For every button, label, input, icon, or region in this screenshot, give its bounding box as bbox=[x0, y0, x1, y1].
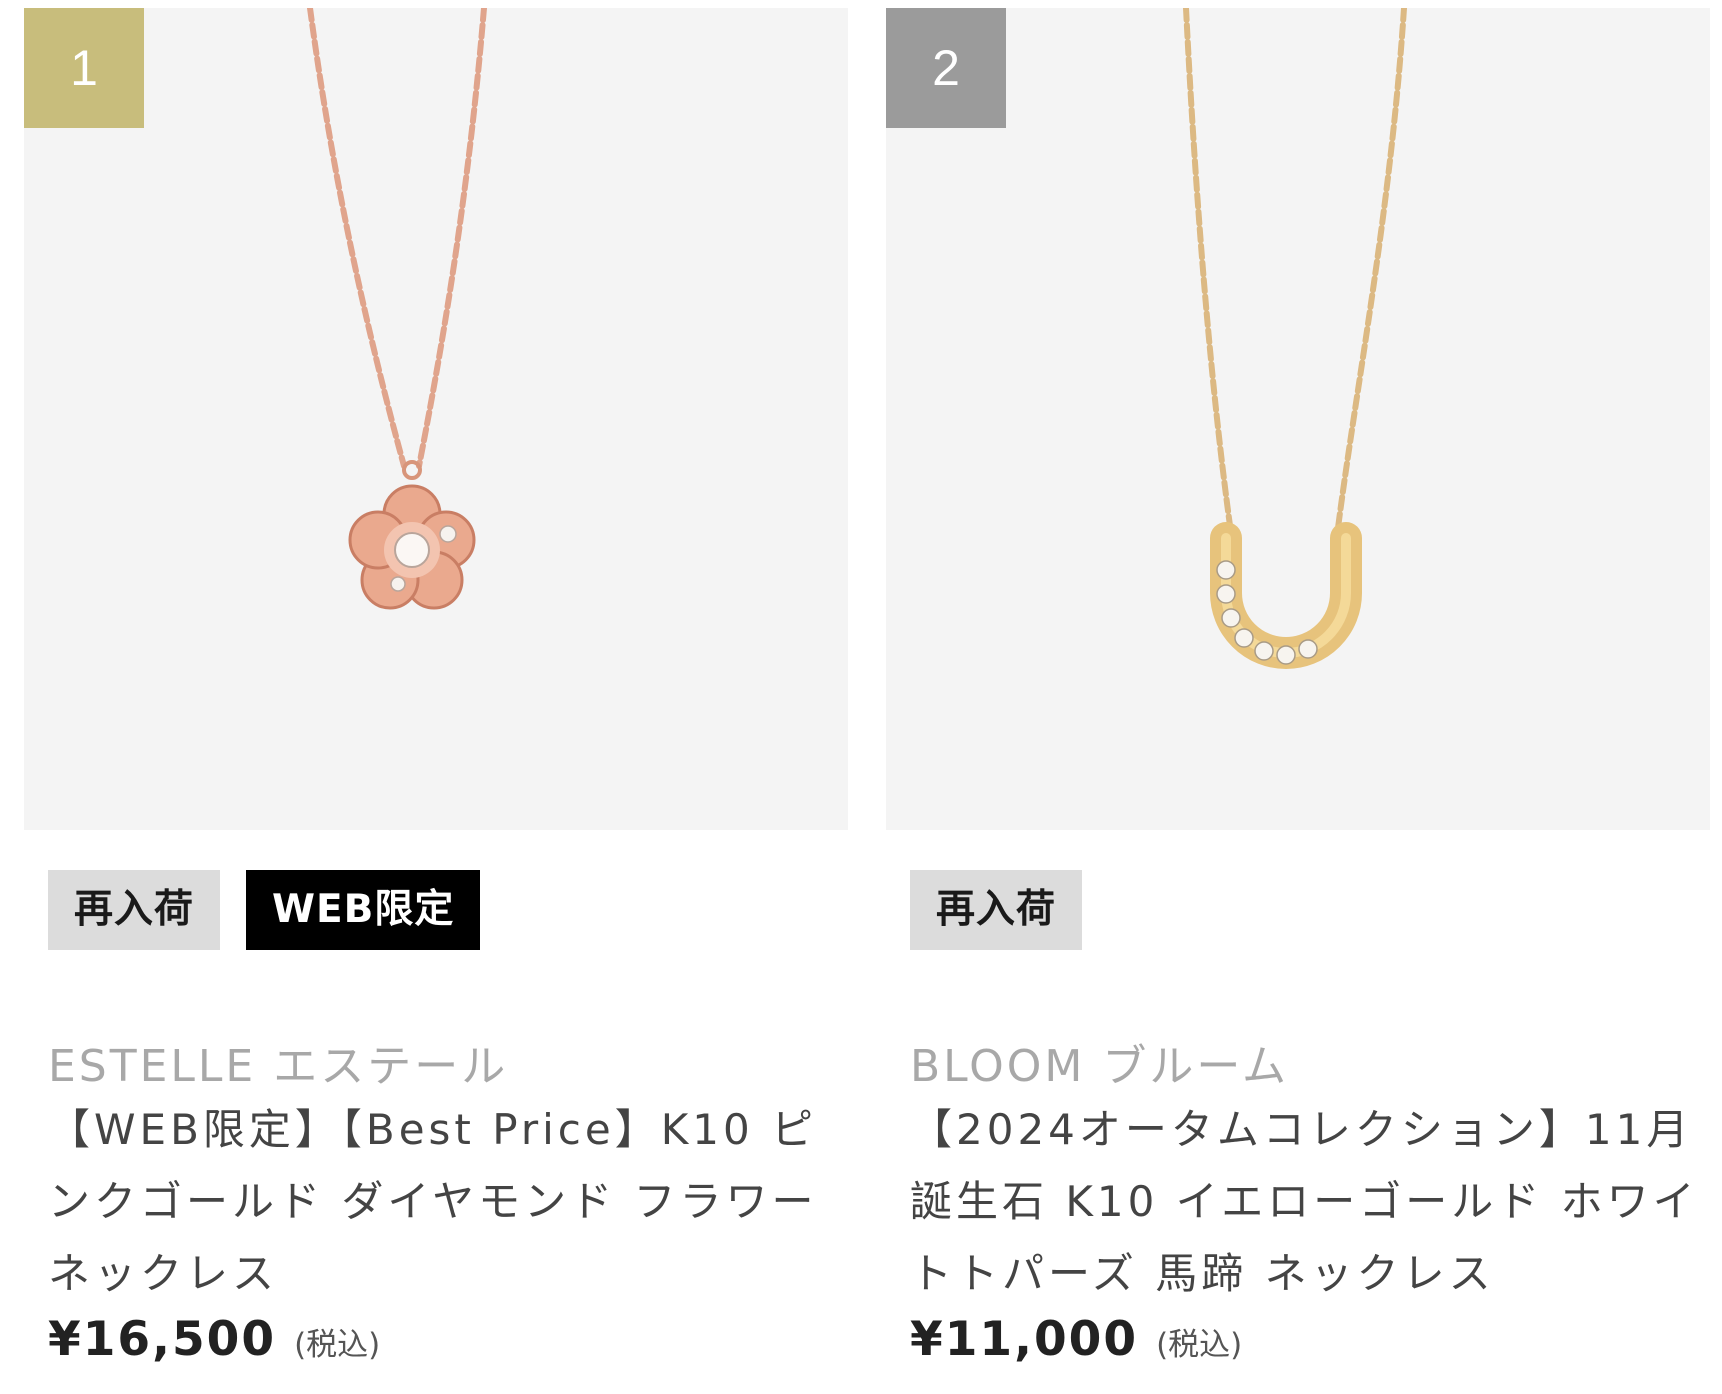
product-name[interactable]: 【2024オータムコレクション】11月誕生石 K10 イエローゴールド ホワイト… bbox=[910, 1094, 1700, 1310]
tax-note: (税込) bbox=[294, 1327, 381, 1363]
product-image[interactable]: 2 bbox=[886, 8, 1710, 830]
tag-list: 再入荷 bbox=[910, 870, 1083, 950]
flower-pendant-necklace-icon bbox=[307, 8, 487, 610]
product-image[interactable]: 1 bbox=[24, 8, 848, 830]
price-row: ¥11,000 (税込) bbox=[910, 1312, 1242, 1367]
brand-name[interactable]: ESTELLE エステール bbox=[48, 1030, 838, 1094]
product-card[interactable]: 1 再入荷 WEB限定 ESTELLE エステール 【WEB限定】【Best P… bbox=[24, 0, 848, 1394]
rank-badge: 1 bbox=[24, 8, 144, 128]
product-card[interactable]: 2 再入荷 BLOOM ブルーム 【2024オータムコレクション】11月誕生石 … bbox=[886, 0, 1710, 1394]
tag-restock: 再入荷 bbox=[48, 870, 221, 950]
tag-restock: 再入荷 bbox=[910, 870, 1083, 950]
price: ¥11,000 bbox=[910, 1312, 1139, 1367]
rank-badge: 2 bbox=[886, 8, 1006, 128]
tag-list: 再入荷 WEB限定 bbox=[48, 870, 481, 950]
brand-name[interactable]: BLOOM ブルーム bbox=[910, 1030, 1700, 1094]
tax-note: (税込) bbox=[1156, 1327, 1243, 1363]
horseshoe-pendant-necklace-icon bbox=[1183, 8, 1407, 669]
price-row: ¥16,500 (税込) bbox=[48, 1312, 380, 1367]
product-name[interactable]: 【WEB限定】【Best Price】K10 ピンクゴールド ダイヤモンド フラ… bbox=[48, 1094, 838, 1310]
product-ranking-grid: 1 再入荷 WEB限定 ESTELLE エステール 【WEB限定】【Best P… bbox=[0, 0, 1722, 1394]
price: ¥16,500 bbox=[48, 1312, 277, 1367]
tag-web-limited: WEB限定 bbox=[246, 870, 481, 950]
